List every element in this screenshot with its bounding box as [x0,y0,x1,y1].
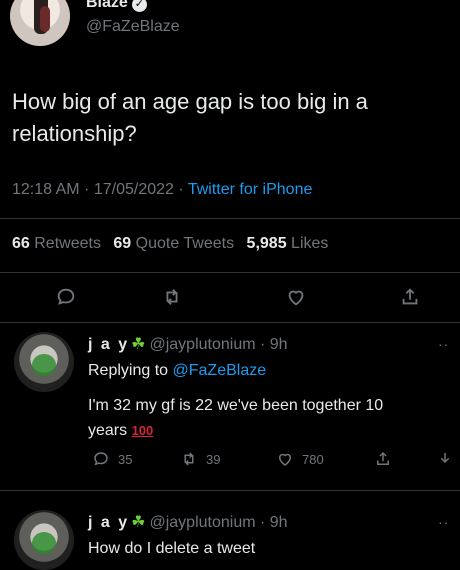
tweet-text-line-1: How big of an age gap is too big in a [12,89,368,114]
reply-icon [94,452,108,466]
likes-count: 5,985 [246,235,287,252]
reply-icon[interactable] [54,286,78,310]
tweet-date[interactable]: 17/05/2022 [94,181,174,198]
retweet-icon[interactable] [160,286,184,310]
share-icon [377,451,389,465]
author-avatar[interactable] [10,0,70,46]
download-icon [440,453,450,464]
divider [0,490,460,491]
tweet-text: How big of an age gap is too big in a re… [12,86,452,150]
tweet-text-line-2: relationship? [12,121,137,146]
tweet-stats: 66 Retweets 69 Quote Tweets 5,985 Likes [12,235,328,253]
more-options-icon[interactable]: ·· [438,336,449,352]
reply-download-button[interactable] [436,450,454,468]
reply-count: 35 [118,451,133,467]
divider [0,218,460,219]
retweets-stat[interactable]: 66 Retweets [12,235,101,252]
clover-emoji-icon: ☘ [131,514,146,531]
reply-retweet-button[interactable]: 39 [180,450,220,468]
like-count: 780 [302,451,324,467]
author-name[interactable]: Blaze ✓ [86,0,147,12]
reply-avatar[interactable] [14,332,74,392]
hundred-emoji-icon: 100 [131,423,154,438]
reply-author-handle: @jayplutonium · 9h [149,514,288,531]
divider [0,322,460,323]
reply-like-button[interactable]: 780 [276,450,324,468]
clover-emoji-icon: ☘ [131,336,146,353]
reply-author[interactable]: j a y ☘ @jayplutonium · 9h [88,334,288,354]
meta-separator: · [178,181,188,198]
quotes-count: 69 [113,235,132,252]
author-handle[interactable]: @FaZeBlaze [86,18,180,36]
avatar-detail [32,532,56,554]
quotes-stat[interactable]: 69 Quote Tweets [113,235,234,252]
like-icon [278,453,292,466]
likes-label: Likes [291,235,329,252]
reply-author[interactable]: j a y ☘ @jayplutonium · 9h [88,512,288,532]
quotes-label: Quote Tweets [135,235,235,252]
reply-text-line-1: I'm 32 my gf is 22 we've been together 1… [88,397,384,414]
tweet-source[interactable]: Twitter for iPhone [188,181,313,198]
author-name-text: Blaze [86,0,128,11]
verified-badge-icon: ✓ [131,0,147,12]
share-icon[interactable] [398,286,422,310]
retweet-count: 39 [206,451,221,467]
divider [0,272,460,273]
reply-reply-button[interactable]: 35 [92,450,132,468]
reply-actions: 35 39 780 [0,450,460,474]
reply-text: I'm 32 my gf is 22 we've been together 1… [88,393,458,443]
replying-to-handle[interactable]: @FaZeBlaze [173,362,267,379]
tweet-time[interactable]: 12:18 AM [12,181,80,198]
reply-author-handle: @jayplutonium · 9h [149,336,288,353]
retweet-icon [184,452,194,466]
reply-text-line-2: years 100 [88,422,154,439]
retweets-count: 66 [12,235,30,252]
reply-author-name: j a y [88,336,130,353]
reply-author-name: j a y [88,514,130,531]
more-options-icon[interactable]: ·· [438,514,449,530]
replying-to: Replying to @FaZeBlaze [88,358,266,383]
meta-separator: · [84,181,94,198]
tweet-meta: 12:18 AM · 17/05/2022 · Twitter for iPho… [12,181,312,199]
reply-avatar[interactable] [14,510,74,570]
replying-to-label: Replying to [88,362,169,379]
reply-share-button[interactable] [374,450,392,468]
avatar-detail [32,354,56,376]
like-icon[interactable] [284,286,308,310]
retweets-label: Retweets [34,235,101,252]
avatar-figure-detail [40,6,50,32]
likes-stat[interactable]: 5,985 Likes [247,235,329,252]
reply-text: How do I delete a tweet [88,540,256,557]
